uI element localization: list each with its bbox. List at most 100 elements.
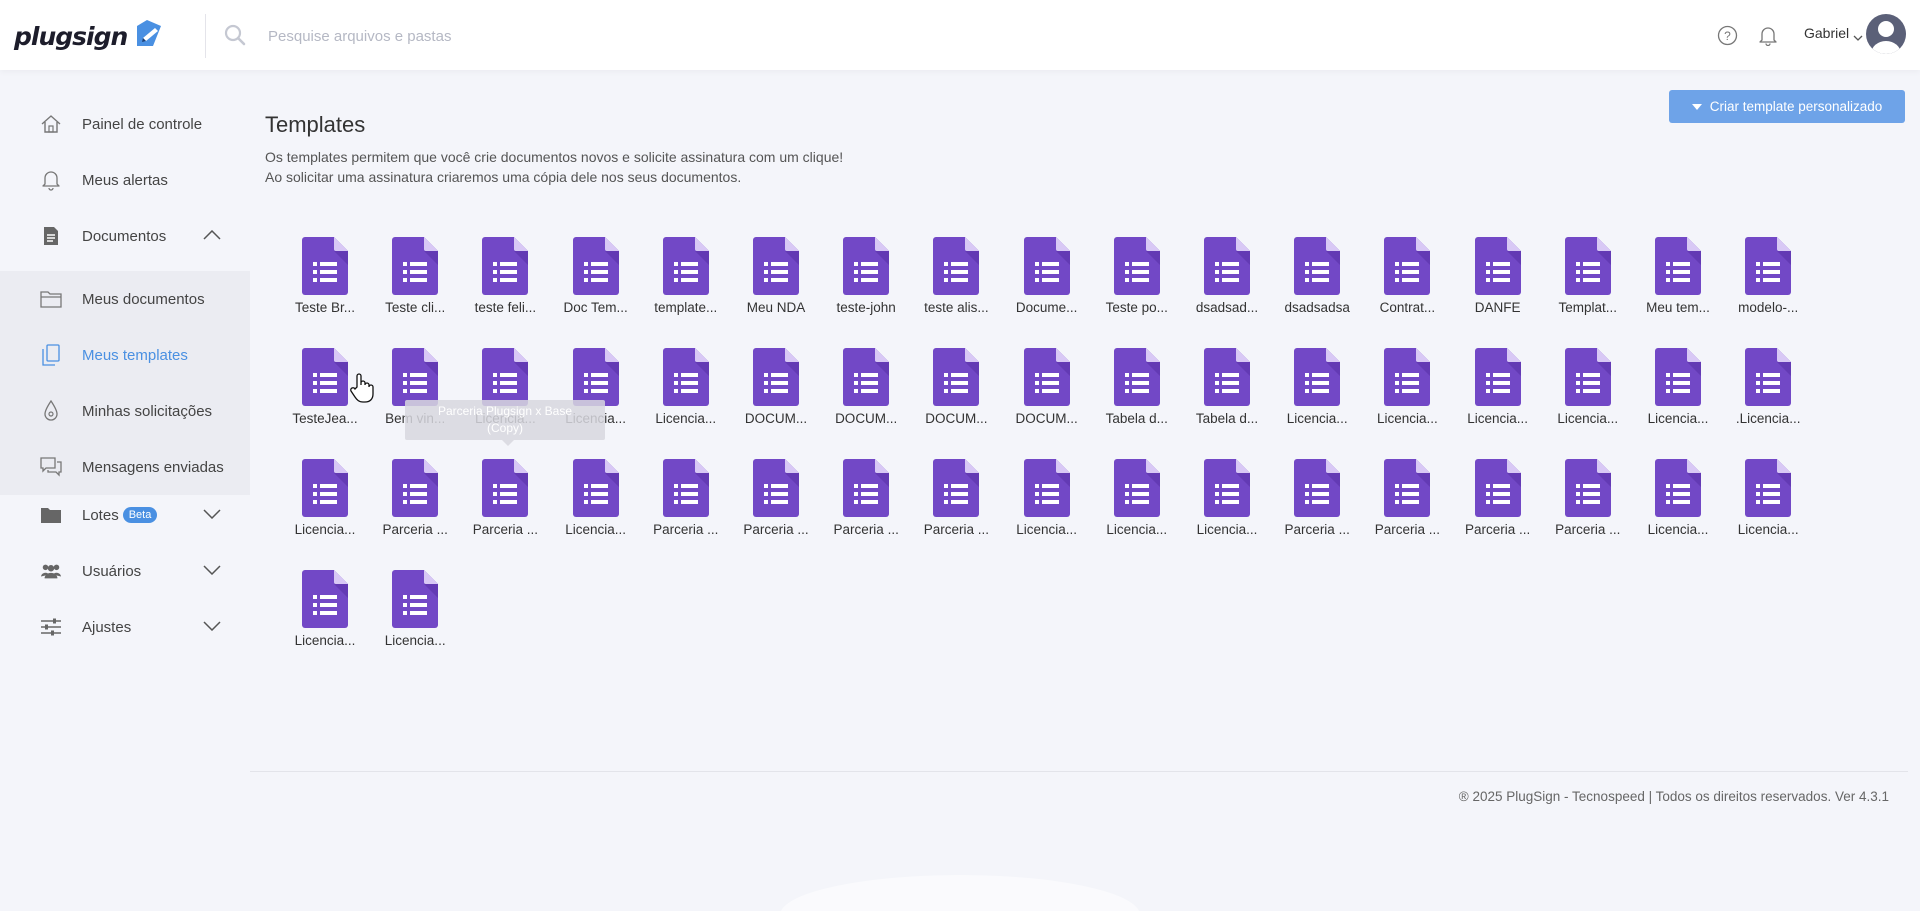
template-item[interactable]: Meu NDA: [731, 231, 821, 331]
template-item[interactable]: .Licencia...: [1723, 342, 1813, 442]
template-label: teste-john: [836, 300, 896, 315]
user-menu-chevron-icon[interactable]: [1853, 29, 1863, 47]
template-item[interactable]: DOCUM...: [731, 342, 821, 442]
template-item[interactable]: Meu tem...: [1633, 231, 1723, 331]
sidebar-item-label: Documentos: [82, 227, 167, 245]
sidebar-item-label: Ajustes: [82, 618, 132, 636]
template-item[interactable]: Licencia...: [1543, 342, 1633, 442]
template-label: Licencia...: [294, 522, 356, 537]
template-item[interactable]: template...: [641, 231, 731, 331]
sidebar-item-label: Meus documentos: [82, 290, 205, 308]
template-tooltip: Parceria Plugsign x Base (Copy): [405, 400, 605, 440]
template-item[interactable]: teste-john: [821, 231, 911, 331]
create-template-button[interactable]: Criar template personalizado: [1669, 90, 1905, 123]
help-icon[interactable]: ?: [1717, 25, 1738, 51]
template-item[interactable]: Templat...: [1543, 231, 1633, 331]
template-item[interactable]: Parceria ...: [911, 453, 1001, 553]
chevron-down-icon[interactable]: [203, 506, 221, 524]
template-item[interactable]: DOCUM...: [1002, 342, 1092, 442]
sidebar-item-meus-documentos[interactable]: Meus documentos: [0, 271, 250, 327]
search-icon[interactable]: [224, 24, 246, 51]
template-item[interactable]: Parceria ...: [821, 453, 911, 553]
template-item[interactable]: Licencia...: [551, 453, 641, 553]
template-item[interactable]: Parceria ...: [1543, 453, 1633, 553]
sidebar-item-documentos[interactable]: Documentos: [0, 209, 250, 263]
template-label: Licencia...: [1196, 522, 1258, 537]
template-item[interactable]: Licencia...: [370, 564, 460, 664]
sidebar-item-lotes[interactable]: Lotes Beta: [0, 488, 250, 542]
template-item[interactable]: Licencia...: [1002, 453, 1092, 553]
template-item[interactable]: Parceria ...: [370, 453, 460, 553]
sidebar-item-label: Painel de controle: [82, 115, 203, 133]
template-item[interactable]: DOCUM...: [911, 342, 1001, 442]
template-item[interactable]: Tabela d...: [1182, 342, 1272, 442]
template-item[interactable]: Parceria ...: [641, 453, 731, 553]
sidebar-item-painel[interactable]: Painel de controle: [0, 97, 250, 151]
template-item[interactable]: Licencia...: [641, 342, 731, 442]
template-item[interactable]: Parceria ...: [1272, 453, 1362, 553]
template-item[interactable]: Contrat...: [1362, 231, 1452, 331]
chevron-down-icon[interactable]: [203, 618, 221, 636]
template-item[interactable]: Teste Br...: [280, 231, 370, 331]
hand-cursor-icon: [350, 373, 376, 408]
template-icon: [40, 344, 62, 366]
template-item[interactable]: Licencia...: [1633, 453, 1723, 553]
template-item[interactable]: Licencia...: [280, 564, 370, 664]
template-label: Licencia...: [655, 411, 717, 426]
messages-icon: [40, 456, 62, 478]
sidebar-item-alertas[interactable]: Meus alertas: [0, 153, 250, 207]
template-item[interactable]: Doc Tem...: [551, 231, 641, 331]
template-item[interactable]: Teste cli...: [370, 231, 460, 331]
template-item[interactable]: Licencia...: [1633, 342, 1723, 442]
sliders-icon: [40, 616, 62, 638]
template-item[interactable]: Licencia...: [1723, 453, 1813, 553]
template-item[interactable]: modelo-...: [1723, 231, 1813, 331]
pen-nib-icon: [40, 400, 62, 422]
plugsign-logo[interactable]: plugsign: [14, 16, 167, 57]
user-name[interactable]: Gabriel: [1804, 25, 1849, 41]
template-item[interactable]: Licencia...: [1182, 453, 1272, 553]
template-item[interactable]: Licencia...: [1092, 453, 1182, 553]
folder-filled-icon: [40, 504, 62, 526]
template-item[interactable]: dsadsad...: [1182, 231, 1272, 331]
template-item[interactable]: Teste po...: [1092, 231, 1182, 331]
template-item[interactable]: Parceria ...: [1362, 453, 1452, 553]
template-item[interactable]: teste alis...: [911, 231, 1001, 331]
template-item[interactable]: DANFE: [1453, 231, 1543, 331]
sidebar-item-usuarios[interactable]: Usuários: [0, 544, 250, 598]
template-item[interactable]: Licencia...: [1453, 342, 1543, 442]
footer-divider: [250, 771, 1908, 772]
template-item[interactable]: Licencia...: [280, 453, 370, 553]
template-label: TesteJea...: [292, 411, 358, 426]
template-label: Licencia...: [565, 522, 626, 537]
user-avatar[interactable]: [1866, 14, 1906, 54]
bell-icon: [40, 169, 62, 191]
template-item[interactable]: Licencia...: [1272, 342, 1362, 442]
template-label: Doc Tem...: [563, 300, 628, 315]
chevron-down-icon[interactable]: [203, 562, 221, 580]
sidebar-item-ajustes[interactable]: Ajustes: [0, 600, 250, 654]
template-item[interactable]: teste feli...: [460, 231, 550, 331]
template-label: template...: [654, 300, 718, 315]
template-item[interactable]: dsadsadsa: [1272, 231, 1362, 331]
template-label: Licencia...: [1467, 411, 1528, 426]
template-item[interactable]: Docume...: [1002, 231, 1092, 331]
template-item[interactable]: Parceria ...: [731, 453, 821, 553]
sidebar-item-mensagens-enviadas[interactable]: Mensagens enviadas: [0, 439, 250, 495]
template-label: DOCUM...: [835, 411, 898, 426]
template-item[interactable]: Licencia...: [1362, 342, 1452, 442]
description-line: Ao solicitar uma assinatura criaremos um…: [265, 169, 742, 185]
template-label: Docume...: [1015, 300, 1078, 315]
template-item[interactable]: Parceria ...: [1453, 453, 1543, 553]
template-item[interactable]: DOCUM...: [821, 342, 911, 442]
sidebar-item-meus-templates[interactable]: Meus templates: [0, 327, 250, 383]
chevron-up-icon[interactable]: [203, 227, 221, 245]
template-label: Licencia...: [1737, 522, 1799, 537]
page-description: Os templates permitem que você crie docu…: [265, 147, 843, 187]
create-template-label: Criar template personalizado: [1709, 99, 1883, 114]
template-item[interactable]: Tabela d...: [1092, 342, 1182, 442]
sidebar-item-minhas-solicitacoes[interactable]: Minhas solicitações: [0, 383, 250, 439]
template-item[interactable]: Parceria ...: [460, 453, 550, 553]
search-input[interactable]: [256, 22, 856, 50]
notifications-bell-icon[interactable]: [1758, 25, 1778, 51]
